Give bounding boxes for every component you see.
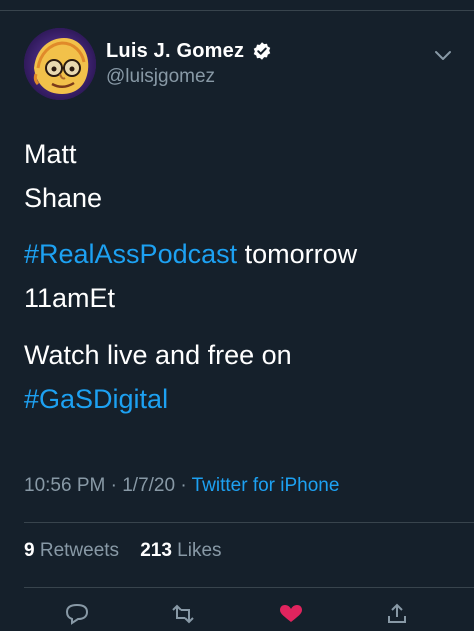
avatar[interactable] bbox=[24, 28, 96, 100]
chevron-down-icon[interactable] bbox=[434, 48, 452, 62]
meta-separator: · bbox=[175, 475, 192, 496]
divider bbox=[24, 587, 474, 588]
share-icon[interactable] bbox=[382, 602, 412, 626]
tweet-meta: 10:56 PM · 1/7/20 · Twitter for iPhone bbox=[24, 475, 339, 497]
meta-separator: · bbox=[105, 475, 123, 496]
tweet-line-4: 11amEt bbox=[24, 283, 116, 313]
hashtag-link[interactable]: #RealAssPodcast bbox=[24, 239, 237, 269]
retweets-stat[interactable]: 9 Retweets bbox=[24, 540, 119, 561]
source-link[interactable]: Twitter for iPhone bbox=[192, 475, 340, 496]
reply-icon[interactable] bbox=[62, 602, 92, 626]
like-icon[interactable] bbox=[276, 602, 306, 626]
likes-label: Likes bbox=[171, 540, 222, 561]
tweet-line-6: #GaSDigital bbox=[24, 377, 168, 421]
retweet-icon[interactable] bbox=[168, 602, 198, 626]
tweet-date: 1/7/20 bbox=[122, 475, 176, 496]
tweet-line-2: Shane bbox=[24, 183, 103, 213]
retweets-count: 9 bbox=[24, 540, 35, 561]
tweet-time: 10:56 PM bbox=[24, 475, 106, 496]
likes-count: 213 bbox=[140, 540, 172, 561]
name-row: Luis J. Gomez bbox=[106, 38, 272, 64]
avatar-caricature-icon bbox=[24, 28, 96, 100]
tweet-stats: 9 Retweets 213 Likes bbox=[24, 540, 222, 562]
hashtag-link[interactable]: #GaSDigital bbox=[24, 384, 168, 414]
tweet-line-1: Matt bbox=[24, 139, 77, 169]
retweets-label: Retweets bbox=[34, 540, 120, 561]
likes-stat[interactable]: 213 Likes bbox=[140, 540, 221, 561]
tweet-line-3: #RealAssPodcast tomorrow bbox=[24, 232, 357, 276]
divider bbox=[24, 522, 474, 523]
display-name[interactable]: Luis J. Gomez bbox=[106, 40, 244, 63]
tweet-header: Luis J. Gomez @luisjgomez bbox=[24, 28, 464, 102]
top-divider bbox=[0, 10, 474, 11]
tweet-line-5: Watch live and free on bbox=[24, 340, 292, 370]
verified-badge-icon bbox=[252, 41, 272, 61]
tweet-text: tomorrow bbox=[237, 239, 358, 269]
user-handle[interactable]: @luisjgomez bbox=[106, 66, 215, 88]
